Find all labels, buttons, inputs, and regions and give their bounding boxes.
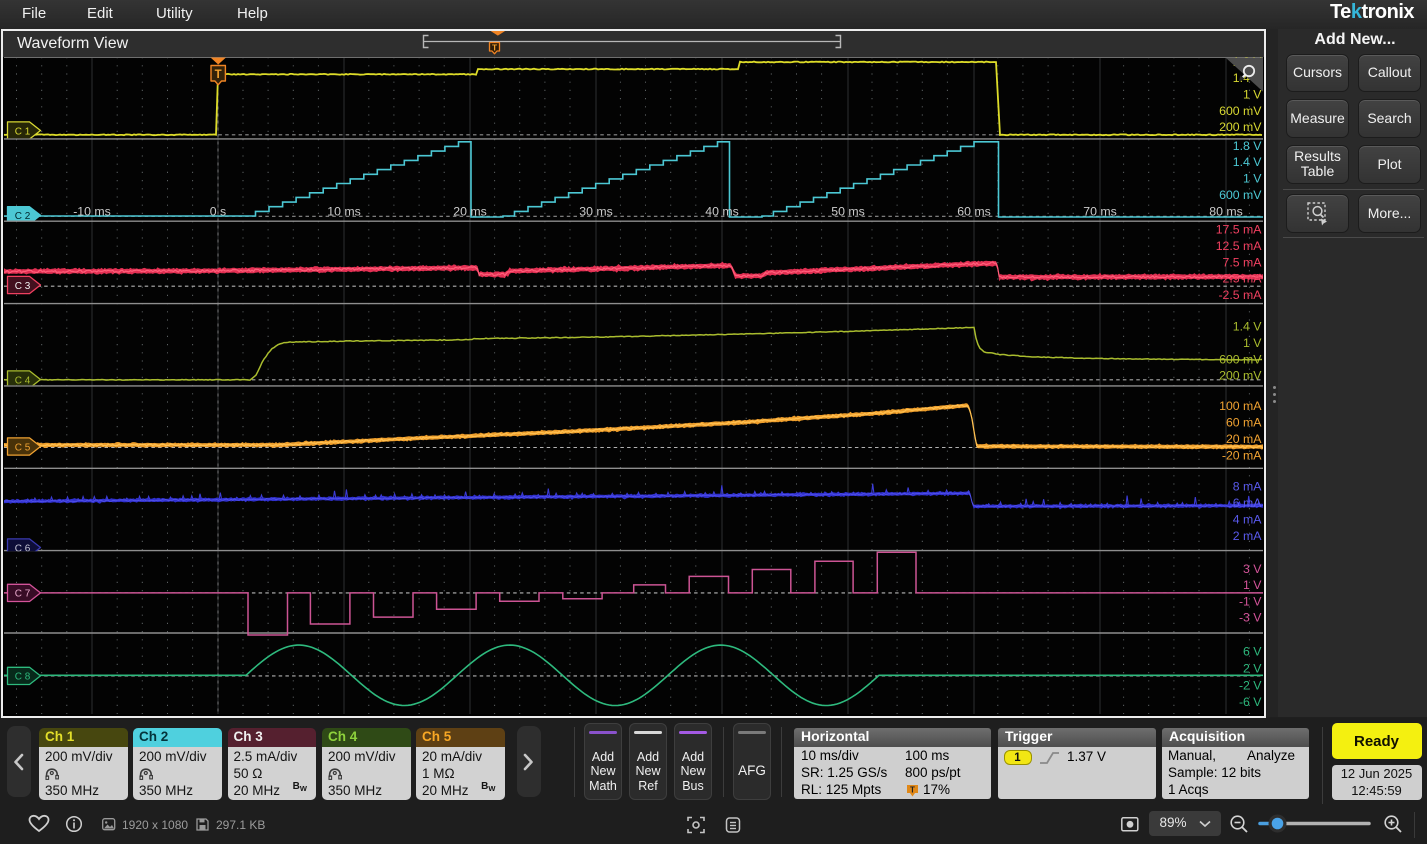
svg-text:80 ms: 80 ms — [1209, 205, 1243, 219]
svg-text:2 mA: 2 mA — [1232, 529, 1261, 543]
svg-text:C 3: C 3 — [14, 281, 30, 292]
svg-text:2 V: 2 V — [1243, 662, 1262, 676]
svg-text:-1 V: -1 V — [1238, 594, 1261, 608]
svg-text:C 4: C 4 — [14, 375, 30, 386]
svg-text:40 ms: 40 ms — [705, 205, 739, 219]
svg-text:C 8: C 8 — [14, 672, 30, 683]
svg-text:30 ms: 30 ms — [579, 205, 613, 219]
svg-text:6 V: 6 V — [1243, 645, 1262, 659]
svg-text:600 mV: 600 mV — [1219, 188, 1262, 202]
svg-text:C 2: C 2 — [14, 211, 30, 222]
svg-text:-2.5 mA: -2.5 mA — [1218, 288, 1262, 302]
svg-text:1.8 V: 1.8 V — [1232, 139, 1262, 153]
svg-text:7.5 mA: 7.5 mA — [1222, 255, 1262, 269]
svg-text:1.4 V: 1.4 V — [1232, 320, 1262, 334]
svg-text:4 mA: 4 mA — [1232, 513, 1261, 527]
svg-text:2.5 mA: 2.5 mA — [1222, 272, 1262, 286]
svg-text:60 mA: 60 mA — [1225, 416, 1261, 430]
svg-text:-3 V: -3 V — [1238, 611, 1261, 625]
svg-text:C 7: C 7 — [14, 589, 30, 600]
svg-text:20 mA: 20 mA — [1225, 432, 1261, 446]
svg-text:12.5 mA: 12.5 mA — [1215, 239, 1262, 253]
svg-text:1 V: 1 V — [1243, 578, 1262, 592]
svg-text:3 V: 3 V — [1243, 562, 1262, 576]
svg-text:200 mV: 200 mV — [1219, 369, 1262, 383]
svg-text:100 mA: 100 mA — [1219, 399, 1262, 413]
svg-text:1.4 V: 1.4 V — [1232, 155, 1262, 169]
svg-text:8 mA: 8 mA — [1232, 480, 1261, 494]
svg-text:1 V: 1 V — [1243, 88, 1262, 102]
svg-text:-2 V: -2 V — [1238, 678, 1261, 692]
svg-text:17.5 mA: 17.5 mA — [1215, 223, 1262, 237]
svg-text:0 s: 0 s — [209, 205, 225, 219]
svg-text:1 V: 1 V — [1243, 336, 1262, 350]
svg-text:10 ms: 10 ms — [327, 205, 361, 219]
svg-text:70 ms: 70 ms — [1083, 205, 1117, 219]
svg-text:C 5: C 5 — [14, 442, 30, 453]
svg-text:-6 V: -6 V — [1238, 695, 1261, 709]
svg-text:20 ms: 20 ms — [453, 205, 487, 219]
svg-text:C 1: C 1 — [14, 126, 30, 137]
svg-text:600 mV: 600 mV — [1219, 352, 1262, 366]
svg-text:60 ms: 60 ms — [957, 205, 991, 219]
svg-text:-10 ms: -10 ms — [73, 205, 111, 219]
svg-text:T: T — [492, 43, 498, 53]
svg-text:50 ms: 50 ms — [831, 205, 865, 219]
svg-text:T: T — [910, 785, 915, 794]
svg-text:-20 mA: -20 mA — [1221, 449, 1261, 463]
svg-text:200 mV: 200 mV — [1219, 120, 1262, 134]
svg-text:C 6: C 6 — [14, 543, 30, 554]
svg-text:T: T — [214, 69, 221, 81]
svg-text:1 V: 1 V — [1243, 172, 1262, 186]
svg-text:600 mV: 600 mV — [1219, 104, 1262, 118]
svg-text:6 mA: 6 mA — [1232, 496, 1261, 510]
